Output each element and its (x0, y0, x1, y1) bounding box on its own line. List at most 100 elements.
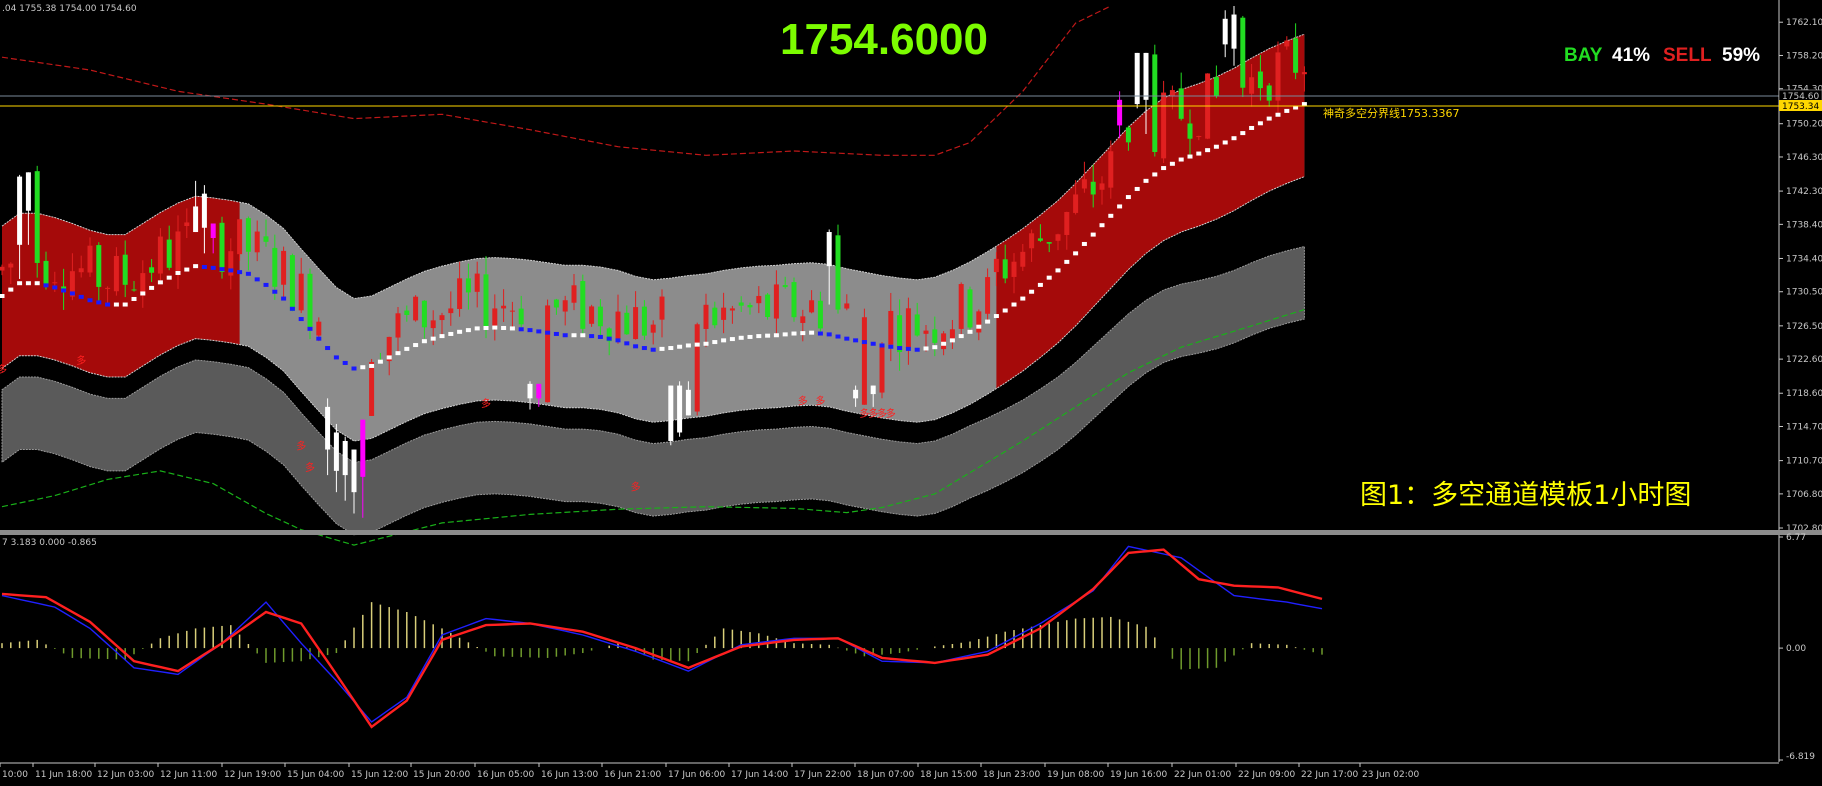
midline-dot (721, 338, 727, 343)
price-tick-label: 1706.80 (1786, 490, 1822, 500)
midline-dot (325, 346, 331, 351)
time-tick-label: 10:00 (2, 770, 28, 780)
candle-body (404, 310, 410, 315)
midline-dot (1213, 144, 1219, 149)
buy-signal-glyph: 多 (305, 461, 315, 474)
price-tick-label: 1714.70 (1786, 423, 1822, 433)
candle-body (483, 274, 489, 328)
candle-body (1037, 238, 1043, 241)
candle-body (307, 273, 313, 330)
candle-body (1213, 76, 1219, 96)
midline-dot (386, 355, 392, 360)
buy-signal-glyph: 多 (481, 397, 491, 410)
candle-body (17, 176, 23, 245)
midline-dot (404, 346, 410, 351)
candle-body (668, 385, 674, 441)
candle-body (1099, 183, 1105, 190)
midline-dot (509, 326, 515, 331)
midline-dot (1196, 151, 1202, 156)
time-tick-label: 22 Jun 01:00 (1174, 770, 1231, 780)
candle-body (1301, 72, 1307, 75)
candle-body (993, 258, 999, 273)
candle-body (633, 307, 639, 340)
midline-dot (1249, 125, 1255, 130)
time-tick-label: 16 Jun 13:00 (541, 770, 598, 780)
midline-dot (263, 282, 269, 287)
candle-body (562, 300, 568, 312)
midline-dot (457, 329, 463, 334)
candle-body (1266, 85, 1272, 101)
midline-dot (1222, 140, 1228, 145)
candle-body (976, 311, 982, 333)
candle-body (272, 247, 278, 287)
midline-dot (844, 336, 850, 341)
midline-dot (826, 332, 832, 337)
candle-body (641, 306, 647, 336)
time-tick-label: 22 Jun 17:00 (1301, 770, 1358, 780)
candle-body (1020, 251, 1026, 267)
candle-body (527, 383, 533, 399)
midline-dot (289, 306, 295, 311)
ohlc-header: .04 1755.38 1754.00 1754.60 (2, 4, 137, 14)
indicator-header: 7 3.183 0.000 -0.865 (2, 538, 97, 548)
midline-dot (545, 330, 551, 335)
midline-dot (888, 344, 894, 349)
price-tick-label: 1734.40 (1786, 254, 1822, 264)
time-tick-label: 17 Jun 14:00 (731, 770, 788, 780)
candle-body (685, 389, 691, 416)
candle-body (1108, 151, 1114, 188)
midline-dot (958, 334, 964, 339)
midline-dot (597, 334, 603, 339)
candle-body (1161, 92, 1167, 159)
candle-body (0, 266, 5, 271)
midline-dot (756, 334, 762, 339)
candle-body (809, 300, 815, 313)
midline-dot (298, 317, 304, 322)
candle-body (157, 236, 163, 274)
time-tick-label: 19 Jun 16:00 (1110, 770, 1167, 780)
candle-body (1090, 181, 1096, 195)
midline-dot (562, 333, 568, 338)
sell-label: SELL (1663, 45, 1712, 66)
chart-area: 多多多多多多多 多多多多多 神奇多空分界线1753.3367 .04 1755.3… (0, 0, 1822, 786)
midline-dot (122, 302, 128, 307)
midline-dot (228, 268, 234, 273)
candle-body (1029, 233, 1035, 249)
candle-body (870, 385, 876, 395)
buy-signal-glyph: 多 (76, 354, 86, 367)
candle-body (694, 324, 700, 412)
midline-dot (395, 351, 401, 356)
candle-body (677, 385, 683, 433)
candle-body (113, 256, 119, 292)
indicator-tick-label: 6.77 (1786, 533, 1806, 543)
midline-dot (1301, 102, 1307, 107)
midline-dot (694, 342, 700, 347)
midline-dot (1011, 302, 1017, 307)
midline-dot (237, 270, 243, 275)
midline-dot (360, 365, 366, 370)
midline-dot (25, 281, 31, 286)
candle-body (87, 245, 93, 273)
midline-dot (1257, 121, 1263, 126)
candle-body (1231, 14, 1237, 49)
time-tick-label: 19 Jun 08:00 (1047, 770, 1104, 780)
candle-body (439, 315, 445, 321)
candle-body (1275, 52, 1281, 101)
midline-dot (1152, 172, 1158, 177)
buy-signal-glyph: 多 (296, 440, 306, 453)
midline-dot (157, 280, 163, 285)
midline-dot (518, 327, 524, 332)
midline-dot (1266, 116, 1272, 121)
midline-dot (17, 281, 23, 286)
candle-body (580, 281, 586, 329)
candle-body (545, 305, 551, 403)
midline-dot (571, 333, 577, 338)
midline-dot (430, 336, 436, 341)
candle-body (923, 330, 929, 334)
midline-dot (650, 347, 656, 352)
price-tick-label: 1730.50 (1786, 288, 1822, 298)
candle-body (844, 303, 850, 309)
midline-dot (1161, 166, 1167, 171)
candle-body (201, 193, 207, 228)
panel-separator[interactable] (0, 530, 1822, 535)
